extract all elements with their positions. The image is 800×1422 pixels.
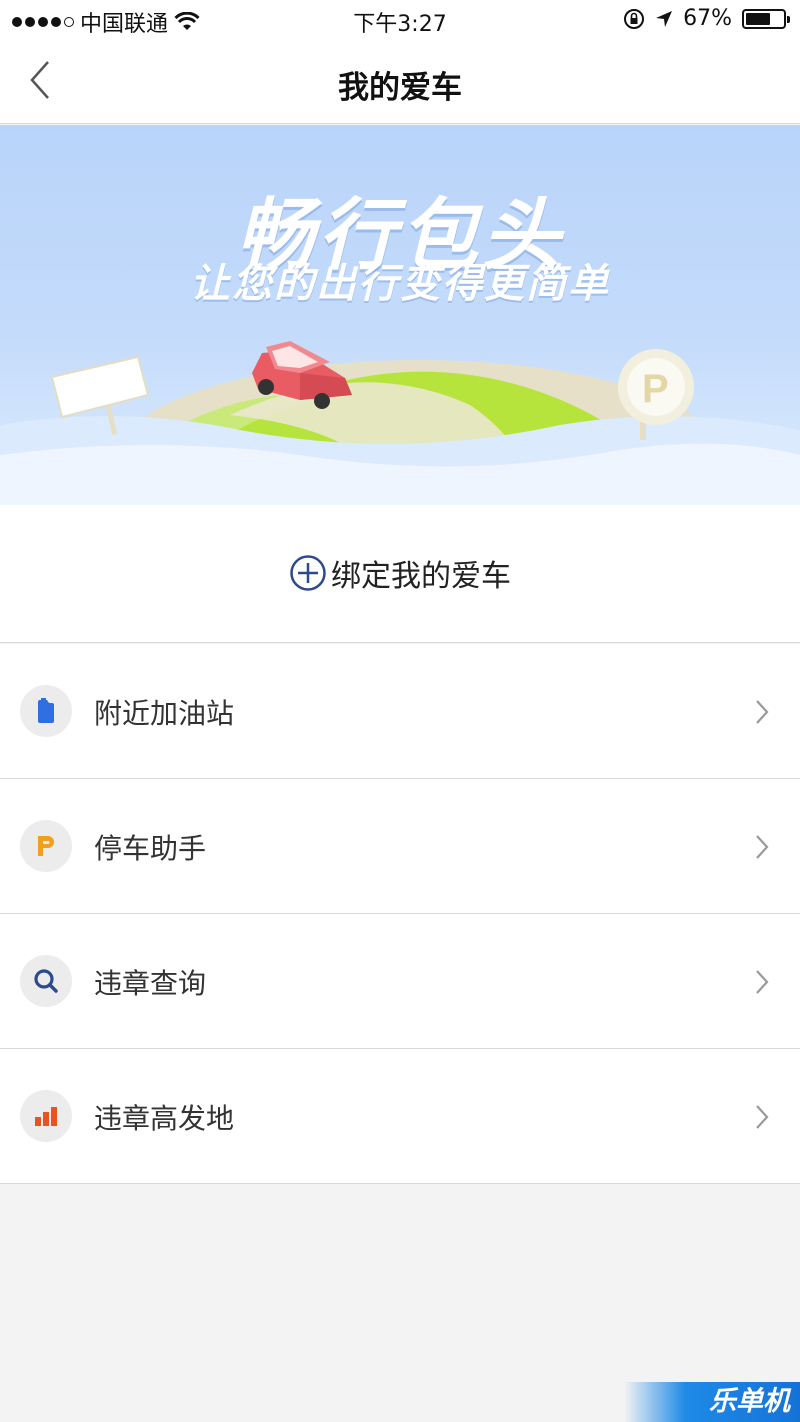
- location-arrow-icon: [656, 10, 673, 27]
- menu-item-label: 违章高发地: [94, 1102, 235, 1135]
- icon-circle: [20, 955, 72, 1007]
- menu-item-label: 附近加油站: [94, 697, 235, 730]
- orientation-lock-icon: [624, 8, 645, 29]
- battery-percent: 67%: [683, 6, 732, 31]
- chevron-right-icon: [756, 700, 769, 724]
- battery-fill: [746, 12, 770, 25]
- menu-item-label: 停车助手: [94, 832, 207, 865]
- status-bar: 中国联通 下午3:27 67%: [0, 0, 800, 40]
- chevron-right-icon: [756, 970, 769, 994]
- battery-icon: [742, 8, 790, 29]
- parking-icon: [38, 836, 54, 856]
- fuel-can-icon: [38, 698, 54, 723]
- nav-bar: 我的爱车: [0, 40, 800, 124]
- menu-item-violation-query[interactable]: 违章查询: [0, 914, 800, 1049]
- promo-banner: P 畅行包头 让您的出行变得更简单: [0, 125, 800, 505]
- icon-circle: [20, 820, 72, 872]
- search-icon: [34, 969, 58, 993]
- plus-circle-icon: [290, 555, 326, 591]
- icon-circle: [20, 685, 72, 737]
- menu-item-violation-hotspots[interactable]: 违章高发地: [0, 1049, 800, 1184]
- icon-circle: [20, 1090, 72, 1142]
- watermark-logo: 乐单机: [624, 1382, 800, 1422]
- banner-subline: 让您的出行变得更简单: [190, 261, 610, 307]
- chevron-right-icon: [756, 1105, 769, 1129]
- bind-car-label: 绑定我的爱车: [331, 559, 511, 594]
- menu-item-parking[interactable]: 停车助手: [0, 779, 800, 914]
- menu-item-label: 违章查询: [94, 967, 207, 1000]
- bar-chart-icon: [35, 1107, 57, 1126]
- status-right: 67%: [623, 6, 790, 31]
- menu-item-gas-station[interactable]: 附近加油站: [0, 644, 800, 779]
- service-list: 附近加油站 停车助手 违章查询 违章高发地: [0, 644, 800, 1184]
- chevron-right-icon: [756, 835, 769, 859]
- svg-text:P: P: [642, 367, 669, 411]
- page-title: 我的爱车: [338, 70, 462, 106]
- bind-car-section: 绑定我的爱车: [0, 505, 800, 643]
- bind-car-button[interactable]: 绑定我的爱车: [0, 545, 800, 601]
